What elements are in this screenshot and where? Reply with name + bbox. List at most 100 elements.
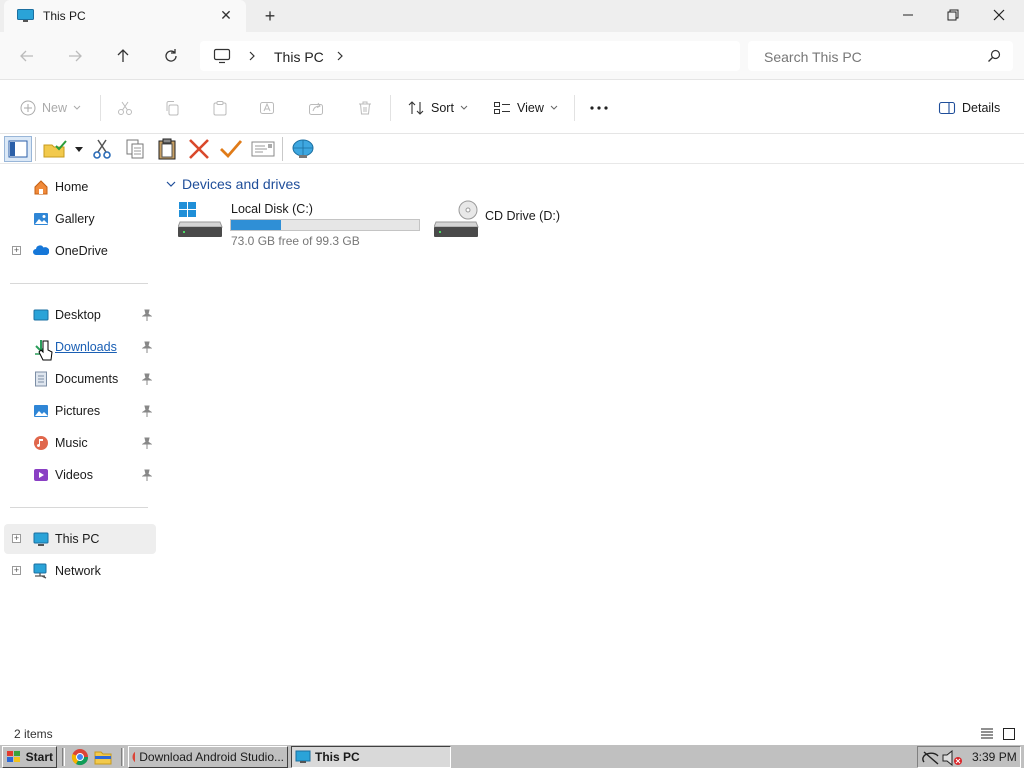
navigation-pane-toggle[interactable] [4, 136, 32, 162]
delete-button[interactable] [357, 97, 373, 119]
tab-this-pc[interactable]: This PC ✕ [4, 0, 246, 32]
pin-icon[interactable] [142, 341, 152, 353]
refresh-button[interactable] [158, 44, 184, 68]
mail-tool-button[interactable] [249, 136, 277, 162]
folder-options-dropdown[interactable] [72, 136, 86, 162]
network-tool-button[interactable] [289, 136, 317, 162]
taskbar: Start Download Android Studio... This PC… [0, 744, 1024, 768]
red-x-icon [189, 139, 209, 159]
folder-check-icon [43, 140, 67, 158]
sidebar-item-gallery[interactable]: Gallery [4, 204, 156, 234]
task-chrome-window[interactable]: Download Android Studio... [128, 746, 288, 768]
restore-button[interactable] [930, 0, 976, 30]
close-icon [993, 9, 1005, 21]
clipboard-icon [158, 138, 176, 160]
minimize-button[interactable] [885, 0, 931, 30]
file-explorer-icon[interactable] [94, 748, 112, 766]
chevron-down-icon [460, 105, 468, 110]
mouse-pointer-icon [38, 340, 53, 361]
group-header-devices[interactable]: Devices and drives [166, 176, 300, 192]
pin-icon[interactable] [142, 373, 152, 385]
drive-usage-bar [230, 219, 420, 231]
back-button[interactable] [14, 44, 40, 68]
search-input[interactable]: Search This PC [764, 49, 862, 65]
copy-pages-icon [126, 139, 144, 159]
more-icon [590, 106, 608, 110]
plus-circle-icon [20, 100, 36, 116]
sidebar-item-music[interactable]: Music [4, 428, 156, 458]
title-bar: This PC ✕ + [0, 0, 1024, 32]
paste-tool-button[interactable] [153, 136, 181, 162]
clock: 3:39 PM [972, 750, 1017, 764]
home-icon [34, 180, 48, 195]
pictures-icon [34, 405, 48, 417]
search-icon [988, 49, 1001, 62]
sidebar-item-home[interactable]: Home [4, 172, 156, 202]
sidebar-item-label: This PC [55, 532, 100, 546]
sidebar-item-downloads[interactable]: Downloads [4, 332, 156, 362]
sidebar-item-desktop[interactable]: Desktop [4, 300, 156, 330]
chevron-right-icon[interactable] [248, 51, 256, 61]
cut-button[interactable] [117, 97, 133, 119]
close-tab-button[interactable]: ✕ [218, 7, 234, 23]
trash-icon [359, 101, 371, 115]
address-bar[interactable]: This PC [200, 41, 740, 71]
paste-button[interactable] [212, 97, 228, 119]
expand-icon[interactable]: + [12, 566, 21, 575]
drive-cd-d[interactable]: CD Drive (D:) [434, 200, 574, 240]
pin-icon[interactable] [142, 437, 152, 449]
sort-button[interactable]: Sort [407, 97, 468, 119]
this-pc-icon [295, 750, 311, 763]
expand-icon[interactable]: + [12, 534, 21, 543]
delete-tool-button[interactable] [185, 136, 213, 162]
chrome-icon[interactable] [71, 748, 89, 766]
new-button[interactable]: New [20, 97, 81, 119]
breadcrumb-this-pc[interactable]: This PC [274, 49, 324, 65]
sidebar-item-this-pc[interactable]: + This PC [4, 524, 156, 554]
expand-icon[interactable]: + [12, 246, 21, 255]
cut-tool-button[interactable] [88, 136, 116, 162]
task-this-pc-window[interactable]: This PC [291, 746, 451, 768]
drive-usage-fill [231, 220, 281, 230]
details-button[interactable]: Details [938, 97, 1000, 119]
new-tab-button[interactable]: + [261, 6, 279, 26]
network-icon [33, 563, 47, 579]
drive-local-disk-c[interactable]: Local Disk (C:) 73.0 GB free of 99.3 GB [178, 200, 423, 250]
cut-icon [118, 101, 132, 115]
copy-button[interactable] [164, 97, 180, 119]
up-button[interactable] [110, 44, 136, 68]
details-label: Details [962, 101, 1001, 115]
folder-options-button[interactable] [40, 136, 70, 162]
rename-button[interactable] [259, 97, 275, 119]
drive-free-space: 73.0 GB free of 99.3 GB [231, 234, 360, 248]
volume-muted-icon[interactable] [942, 750, 964, 766]
divider [574, 95, 575, 121]
pin-icon[interactable] [142, 469, 152, 481]
sidebar-item-documents[interactable]: Documents [4, 364, 156, 394]
network-disconnected-icon[interactable] [922, 750, 940, 766]
tiles-view-icon[interactable] [1002, 727, 1016, 741]
windows-drive-icon [178, 202, 223, 237]
sidebar-item-videos[interactable]: Videos [4, 460, 156, 490]
pin-icon[interactable] [142, 309, 152, 321]
sort-label: Sort [431, 101, 454, 115]
pin-icon[interactable] [142, 405, 152, 417]
chevron-down-icon [73, 105, 81, 110]
chevron-right-icon[interactable] [336, 51, 344, 61]
forward-button[interactable] [62, 44, 88, 68]
copy-icon [166, 101, 179, 116]
drive-name: Local Disk (C:) [231, 202, 313, 216]
sidebar-item-network[interactable]: + Network [4, 556, 156, 586]
sidebar-item-pictures[interactable]: Pictures [4, 396, 156, 426]
share-button[interactable] [308, 97, 324, 119]
details-view-icon[interactable] [980, 727, 994, 741]
start-button[interactable]: Start [2, 746, 57, 768]
close-window-button[interactable] [976, 0, 1022, 30]
search-box[interactable]: Search This PC [748, 41, 1013, 71]
properties-tool-button[interactable] [217, 136, 245, 162]
navigation-bar: This PC Search This PC [0, 32, 1024, 80]
more-options-button[interactable] [589, 97, 609, 119]
view-button[interactable]: View [493, 97, 558, 119]
sidebar-item-onedrive[interactable]: + OneDrive [4, 236, 156, 266]
copy-tool-button[interactable] [121, 136, 149, 162]
